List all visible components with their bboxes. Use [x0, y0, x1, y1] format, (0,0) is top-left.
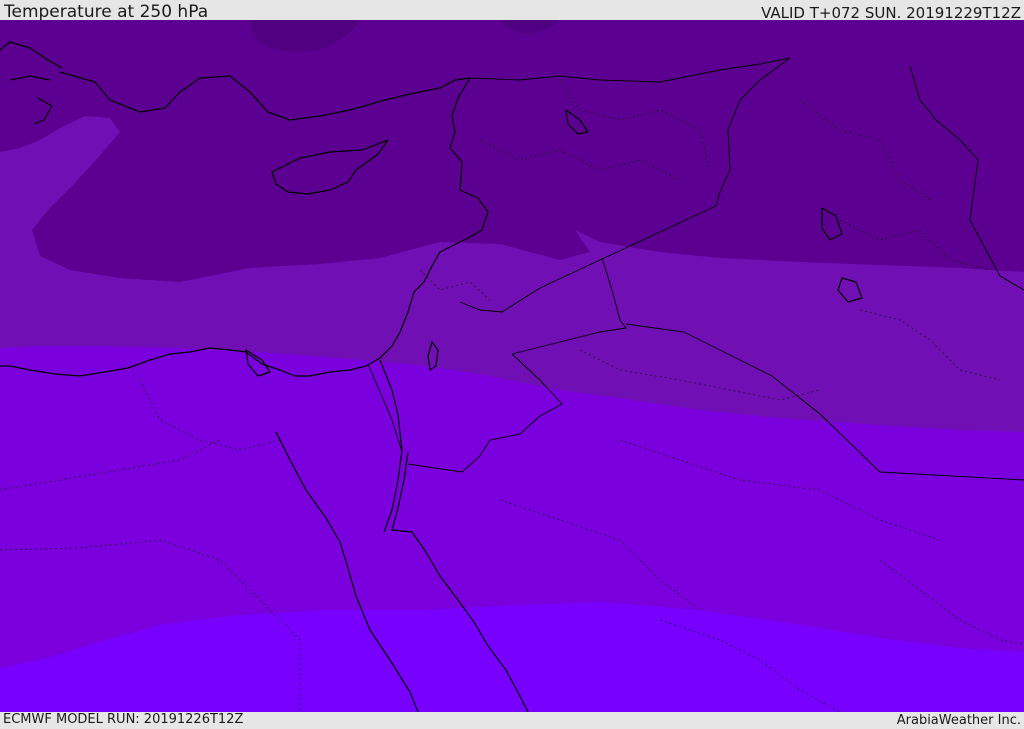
- model-run-label: ECMWF MODEL RUN: 20191226T12Z: [3, 712, 244, 727]
- temperature-map: [0, 20, 1024, 712]
- band-coldest: [0, 20, 1024, 282]
- credit-label: ArabiaWeather Inc.: [896, 713, 1021, 728]
- valid-time-label: VALID T+072 SUN. 20191229T12Z: [761, 4, 1021, 22]
- map-title: Temperature at 250 hPa: [4, 2, 209, 22]
